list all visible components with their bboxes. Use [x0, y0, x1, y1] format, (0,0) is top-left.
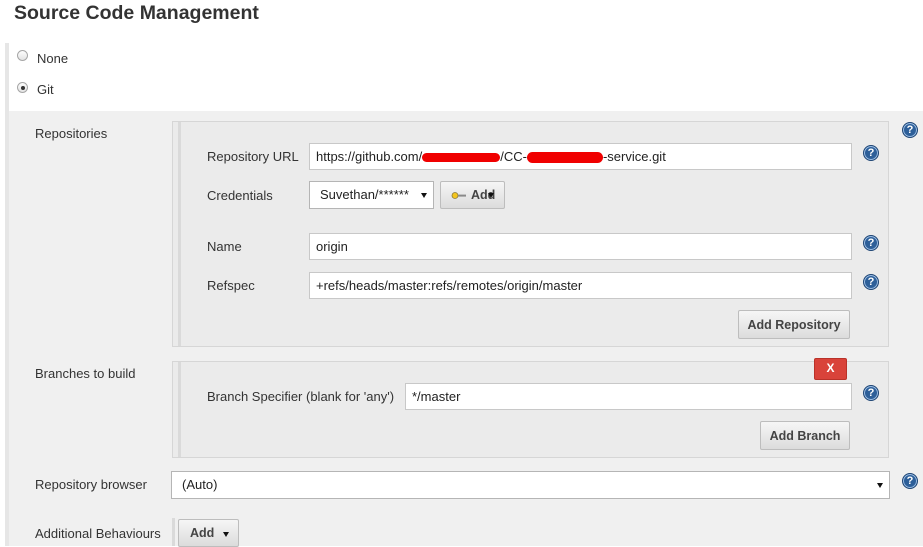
name-help-icon[interactable]: ?: [863, 235, 879, 251]
delete-branch-button[interactable]: X: [814, 358, 847, 380]
key-icon: [451, 192, 466, 199]
name-label: Name: [207, 239, 242, 254]
credentials-value: Suvethan/******: [320, 187, 409, 202]
page-title: Source Code Management: [14, 2, 259, 24]
repository-url-input[interactable]: https://github.com/ /CC- -service.git: [309, 143, 852, 170]
chevron-down-icon: [488, 193, 494, 198]
credentials-label: Credentials: [207, 188, 273, 203]
additional-behaviours-add-button[interactable]: Add: [178, 519, 239, 547]
add-repository-button[interactable]: Add Repository: [738, 310, 850, 339]
repository-browser-label: Repository browser: [35, 477, 147, 492]
chevron-down-icon: [421, 193, 427, 198]
branch-specifier-input[interactable]: */master: [405, 383, 852, 410]
additional-behaviours-label: Additional Behaviours: [35, 526, 161, 541]
branch-specifier-label: Branch Specifier (blank for 'any'): [207, 389, 395, 404]
repositories-help-icon[interactable]: ?: [902, 122, 918, 138]
refspec-help-icon[interactable]: ?: [863, 274, 879, 290]
scm-git-label[interactable]: Git: [37, 82, 54, 97]
repository-browser-value: (Auto): [182, 477, 218, 492]
refspec-value: +refs/heads/master:refs/remotes/origin/m…: [316, 278, 583, 293]
chevron-down-icon: [877, 483, 883, 488]
refspec-input[interactable]: +refs/heads/master:refs/remotes/origin/m…: [309, 272, 852, 299]
branch-specifier-help-icon[interactable]: ?: [863, 385, 879, 401]
additional-behaviours-add-label: Add: [190, 526, 215, 540]
branch-panel-bar: [178, 362, 181, 457]
name-input[interactable]: origin: [309, 233, 852, 260]
redaction-mark: [422, 153, 501, 163]
scm-none-radio[interactable]: [17, 50, 28, 61]
credentials-add-button[interactable]: Add: [440, 181, 505, 209]
scm-git-radio[interactable]: [17, 82, 28, 93]
refspec-label: Refspec: [207, 278, 255, 293]
repository-url-start: https://github.com/: [316, 149, 423, 164]
repository-browser-help-icon[interactable]: ?: [902, 473, 918, 489]
repository-url-help-icon[interactable]: ?: [863, 145, 879, 161]
repository-url-end: -service.git: [602, 149, 666, 164]
repositories-label: Repositories: [35, 126, 108, 141]
credentials-select[interactable]: Suvethan/******: [309, 181, 434, 209]
branch-specifier-value: */master: [412, 389, 461, 404]
scm-none-label[interactable]: None: [37, 51, 68, 66]
add-branch-button[interactable]: Add Branch: [760, 421, 850, 450]
chevron-down-icon: [223, 532, 229, 537]
name-value: origin: [316, 239, 348, 254]
repository-url-mid: /CC-: [500, 149, 527, 164]
repository-panel-bar: [178, 122, 181, 346]
branches-to-build-label: Branches to build: [35, 366, 136, 381]
additional-behaviours-bar: [172, 518, 175, 546]
redaction-mark: [526, 152, 603, 164]
repository-browser-select[interactable]: (Auto): [171, 471, 890, 499]
repository-url-label: Repository URL: [207, 149, 299, 164]
